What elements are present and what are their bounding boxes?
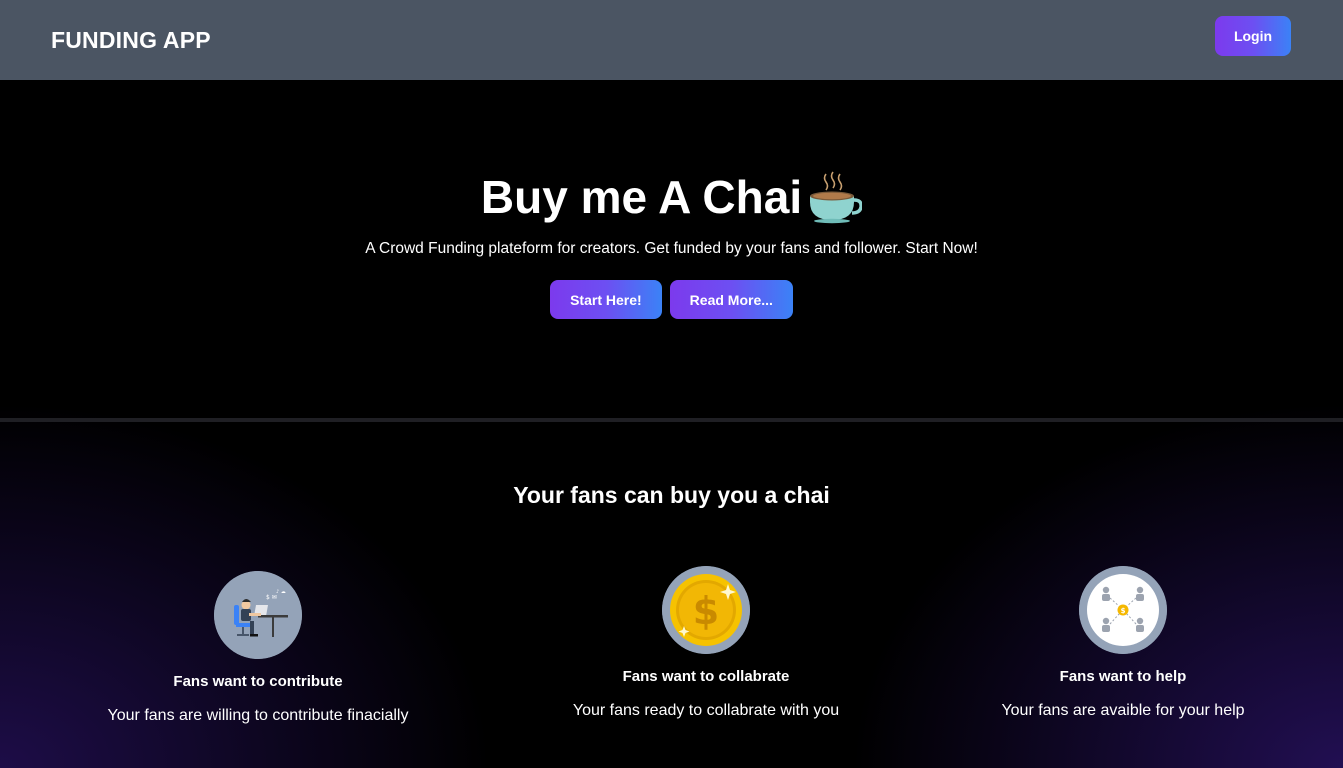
gold-coin-dollar-icon: $ (662, 566, 750, 654)
hero-title-text: Buy me A Chai (480, 171, 803, 223)
hero-buttons: Start Here! Read More... (0, 280, 1343, 319)
feature-card-help: $ Fans want to help Your fans are avaibl… (923, 566, 1323, 720)
chai-cup-icon (810, 171, 863, 224)
feature-title: Fans want to collabrate (622, 668, 790, 685)
svg-text:$: $ (693, 589, 719, 633)
person-at-desk-icon: $ ✉ ♪ ☁ (214, 571, 302, 659)
svg-text:$ ✉: $ ✉ (266, 594, 277, 601)
people-network-icon: $ (1079, 566, 1167, 654)
brand-logo-text[interactable]: FUNDING APP (51, 27, 211, 54)
svg-text:♪ ☁: ♪ ☁ (276, 589, 286, 595)
login-button[interactable]: Login (1215, 16, 1291, 56)
hero-subtitle: A Crowd Funding plateform for creators. … (365, 240, 978, 257)
feature-card-contribute: $ ✉ ♪ ☁ Fans want to contribute Your fan… (58, 571, 458, 725)
hero-section: Buy me A Chai A Crowd Funding plateform … (0, 80, 1343, 418)
feature-description: Your fans ready to collabrate with you (572, 702, 840, 719)
feature-title: Fans want to contribute (173, 673, 343, 690)
feature-card-collabrate: $ Fans want to collabrate Your fans read… (506, 566, 906, 720)
start-here-button[interactable]: Start Here! (550, 280, 662, 319)
features-title: Your fans can buy you a chai (513, 482, 830, 508)
svg-text:$: $ (1121, 607, 1126, 615)
feature-description: Your fans are avaible for your help (1001, 702, 1245, 719)
feature-title: Fans want to help (1059, 668, 1187, 685)
top-navbar: FUNDING APP Login (0, 0, 1343, 80)
features-section: Your fans can buy you a chai $ ✉ ♪ ☁ Fan… (0, 422, 1343, 768)
feature-description: Your fans are willing to contribute fina… (107, 707, 409, 724)
hero-title: Buy me A Chai (480, 170, 863, 224)
read-more-button[interactable]: Read More... (669, 280, 793, 319)
